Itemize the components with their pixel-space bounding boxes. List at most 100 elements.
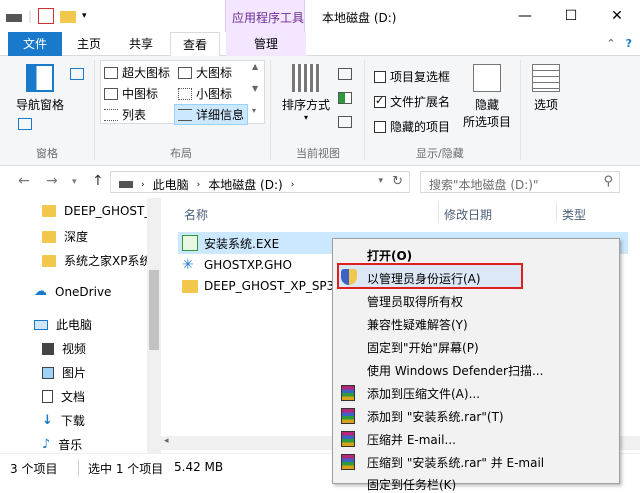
new-folder-icon[interactable]	[60, 11, 77, 23]
options-button[interactable]: 选项	[526, 64, 566, 113]
nav-pane-scroll-thumb[interactable]	[149, 270, 159, 350]
winrar-icon	[341, 385, 355, 401]
breadcrumb-chevron-icon[interactable]: ›	[141, 180, 145, 190]
address-bar[interactable]: › 此电脑 › 本地磁盘 (D:) › ▾ ↻	[110, 171, 410, 193]
column-type[interactable]: 类型	[562, 206, 586, 223]
search-box[interactable]: 搜索"本地磁盘 (D:)" ⚲	[420, 171, 620, 193]
hide-selected-button[interactable]: 隐藏 所选项目	[460, 64, 514, 130]
menu-item-add-to-rar[interactable]: 添加到 "安装系统.rar"(T)	[367, 408, 504, 425]
menu-item-compatibility[interactable]: 兼容性疑难解答(Y)	[367, 316, 468, 333]
up-icon[interactable]: ↑	[92, 173, 104, 189]
close-button[interactable]: ✕	[594, 0, 640, 32]
minimize-button[interactable]: —	[502, 0, 548, 32]
show-hide-group-label: 显示/隐藏	[416, 147, 464, 160]
list-item[interactable]: DEEP_GHOST_XP_SP3_	[182, 276, 340, 296]
column-divider[interactable]	[438, 202, 439, 222]
breadcrumb-chevron-icon[interactable]: ›	[291, 180, 295, 190]
gallery-scroll-down-icon[interactable]: ▼	[252, 84, 258, 93]
list-item[interactable]: ✳ GHOSTXP.GHO	[182, 255, 292, 275]
hidden-items-check[interactable]	[374, 120, 386, 133]
title-bar: | ▾ 应用程序工具 本地磁盘 (D:) — ☐ ✕	[0, 0, 640, 32]
details-pane-icon[interactable]	[18, 118, 32, 130]
help-icon[interactable]: ?	[626, 37, 632, 50]
search-icon[interactable]: ⚲	[603, 174, 613, 189]
menu-item-add-archive[interactable]: 添加到压缩文件(A)...	[367, 385, 480, 402]
nav-item-documents[interactable]: 文档	[42, 388, 85, 405]
ribbon-controls: ⌃ ?	[606, 37, 632, 50]
tab-home[interactable]: 主页	[68, 32, 110, 56]
tab-file[interactable]: 文件	[8, 32, 62, 56]
nav-item-label: 音乐	[58, 438, 83, 452]
sort-by-label: 排序方式	[281, 98, 330, 112]
gallery-scroll-up-icon[interactable]: ▲	[252, 62, 258, 71]
recent-locations-icon[interactable]: ▾	[72, 177, 77, 187]
current-view-group-label: 当前视图	[296, 147, 340, 160]
ribbon-divider	[364, 60, 365, 160]
file-ext-check[interactable]	[374, 94, 386, 108]
nav-item-pictures[interactable]: 图片	[42, 364, 86, 381]
tab-view[interactable]: 查看	[170, 32, 220, 57]
layout-small-icons[interactable]: 小图标	[178, 85, 232, 102]
preview-pane-icon[interactable]	[70, 68, 84, 80]
window-title: 本地磁盘 (D:)	[322, 11, 397, 25]
nav-item-this-pc[interactable]: 此电脑	[34, 316, 92, 333]
menu-item-compress-email[interactable]: 压缩并 E-mail...	[367, 431, 456, 448]
column-divider[interactable]	[556, 202, 557, 222]
nav-item-onedrive[interactable]: ☁ OneDrive	[34, 284, 111, 299]
tab-manage[interactable]: 管理	[226, 32, 306, 56]
status-divider	[78, 460, 79, 476]
nav-item-deep-ghost[interactable]: DEEP_GHOST_V	[42, 204, 159, 218]
properties-icon[interactable]	[38, 8, 55, 24]
scroll-left-icon[interactable]: ◂	[164, 436, 169, 446]
menu-item-pin-start[interactable]: 固定到"开始"屏幕(P)	[367, 339, 479, 356]
layout-large-icons[interactable]: 大图标	[178, 64, 232, 81]
group-by-icon[interactable]	[338, 68, 352, 80]
column-date[interactable]: 修改日期	[444, 206, 492, 223]
folder-icon	[42, 230, 56, 243]
app-tools-context-group: 应用程序工具	[225, 0, 305, 32]
menu-item-open[interactable]: 打开(O)	[367, 247, 412, 264]
layout-extra-large-icons[interactable]: 超大图标	[104, 64, 170, 81]
collapse-ribbon-icon[interactable]: ⌃	[606, 37, 615, 50]
hide-selected-label-2: 所选项目	[462, 115, 511, 129]
breadcrumb-chevron-icon[interactable]: ›	[197, 180, 201, 190]
nav-item-depth[interactable]: 深度	[42, 228, 88, 245]
size-columns-icon[interactable]	[338, 116, 352, 128]
gallery-expand-icon[interactable]: ▾	[252, 106, 256, 115]
nav-item-music[interactable]: ♪ 音乐	[42, 436, 82, 453]
list-item[interactable]: 安装系统.EXE	[182, 233, 279, 253]
refresh-icon[interactable]: ↻	[392, 174, 403, 189]
back-icon[interactable]: ←	[18, 173, 30, 189]
menu-item-take-ownership[interactable]: 管理员取得所有权	[367, 293, 463, 310]
address-dropdown-icon[interactable]: ▾	[378, 176, 383, 186]
nav-item-xp-system[interactable]: 系统之家XP系统	[42, 252, 151, 269]
layout-list[interactable]: 列表	[104, 106, 146, 123]
menu-item-defender-scan[interactable]: 使用 Windows Defender扫描...	[367, 362, 543, 379]
add-columns-icon[interactable]	[338, 92, 352, 104]
options-icon	[532, 64, 560, 92]
ribbon-divider	[94, 60, 95, 160]
item-checkbox-check[interactable]	[374, 70, 386, 83]
hidden-items-toggle[interactable]: 隐藏的项目	[374, 118, 450, 135]
drive-icon[interactable]	[6, 14, 22, 22]
layout-medium-icons[interactable]: 中图标	[104, 85, 158, 102]
layout-details[interactable]: 详细信息	[174, 104, 249, 125]
qat-dropdown-icon[interactable]: ▾	[82, 11, 87, 21]
forward-icon[interactable]: →	[46, 173, 58, 189]
maximize-button[interactable]: ☐	[548, 0, 594, 32]
document-icon	[42, 390, 53, 403]
nav-item-downloads[interactable]: ↓ 下载	[42, 412, 85, 429]
menu-item-compress-rar-email[interactable]: 压缩到 "安装系统.rar" 并 E-mail	[367, 454, 544, 471]
layout-item-label: 大图标	[196, 66, 233, 80]
nav-pane-button[interactable]: 导航窗格	[12, 64, 68, 113]
tab-share[interactable]: 共享	[118, 32, 164, 56]
breadcrumb-local-disk[interactable]: 本地磁盘 (D:)	[208, 176, 282, 193]
breadcrumb-this-pc[interactable]: 此电脑	[153, 176, 189, 193]
sort-by-button[interactable]: 排序方式 ▾	[278, 64, 334, 122]
column-name[interactable]: 名称	[184, 206, 208, 223]
file-ext-toggle[interactable]: 文件扩展名	[374, 93, 450, 110]
menu-item-pin-taskbar[interactable]: 固定到任务栏(K)	[367, 476, 456, 493]
item-checkbox-toggle[interactable]: 项目复选框	[374, 68, 450, 85]
menu-item-run-as-admin[interactable]: 以管理员身份运行(A)	[367, 270, 481, 287]
nav-item-videos[interactable]: 视频	[42, 340, 86, 357]
